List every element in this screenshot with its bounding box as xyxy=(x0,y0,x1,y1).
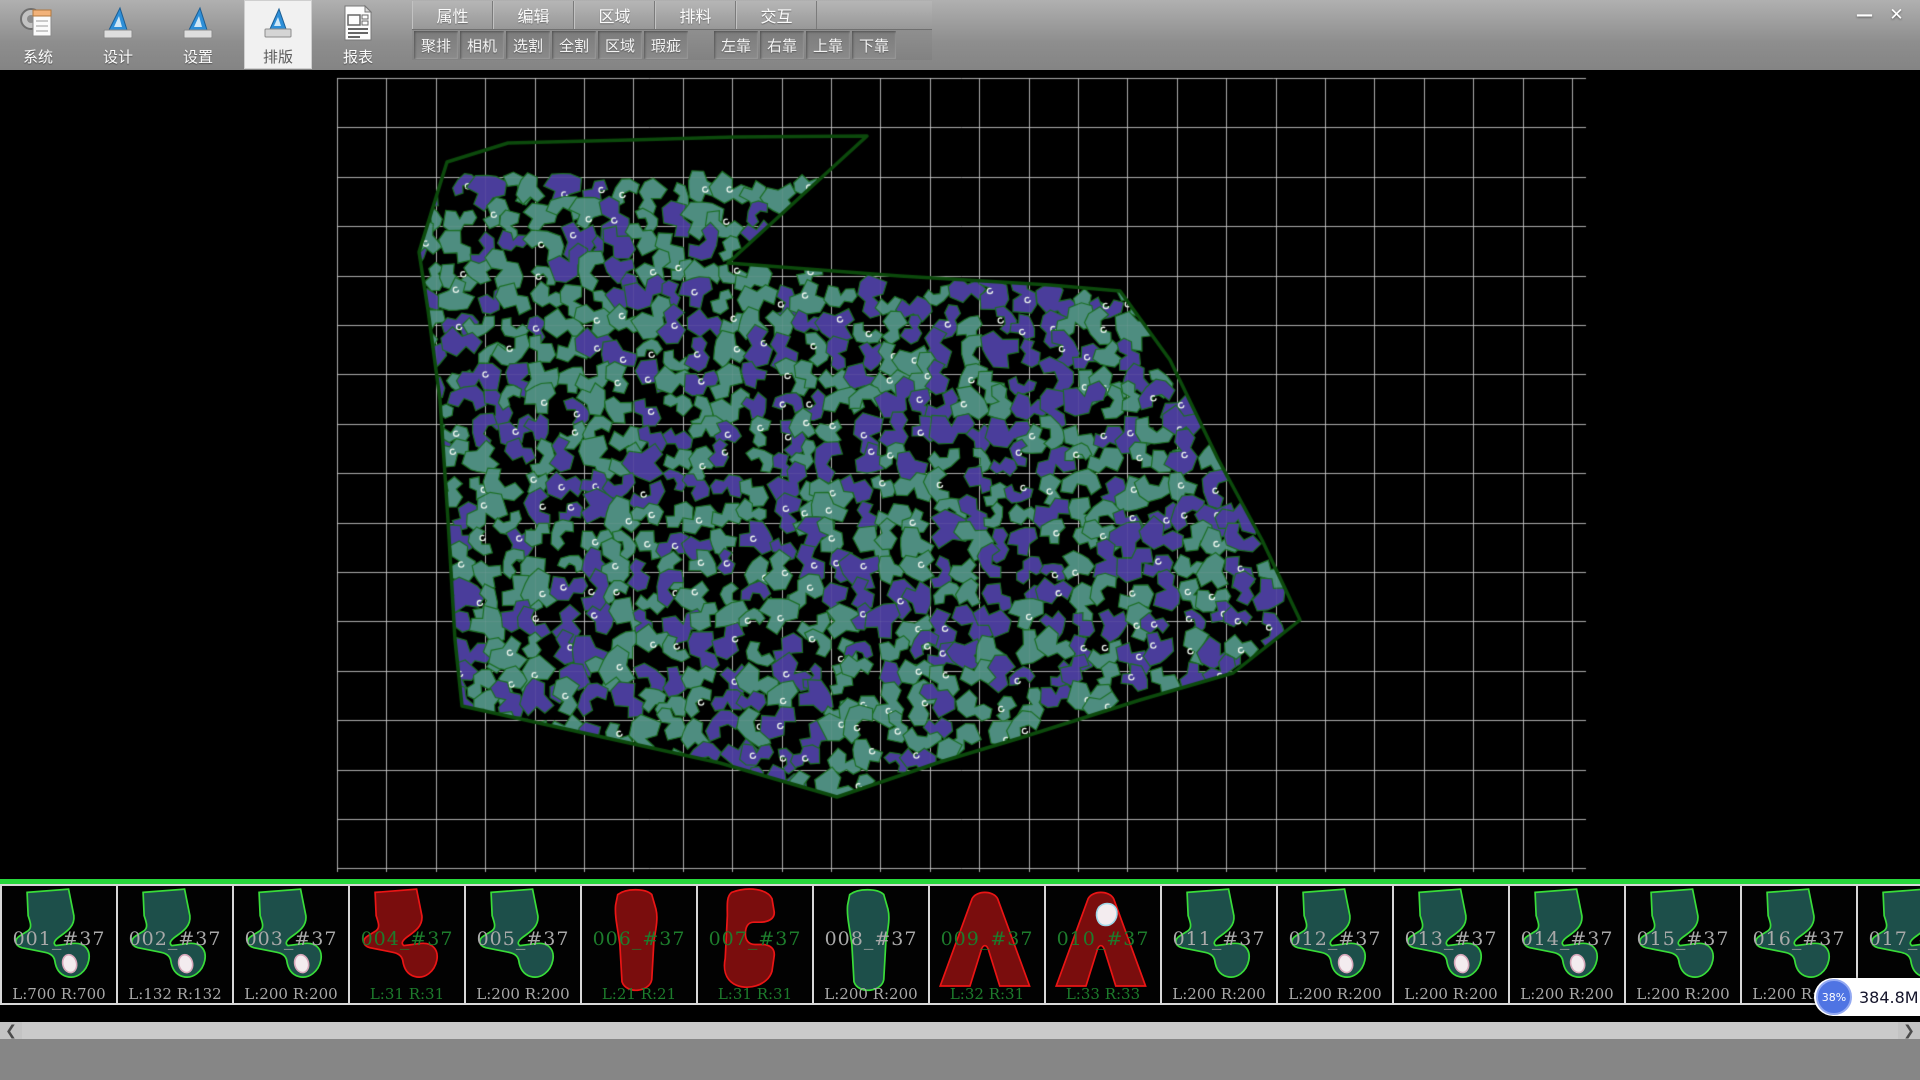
piece-lr-count-label: L:200 R:200 xyxy=(1162,985,1276,1003)
piece-lr-count-label: L:200 R:200 xyxy=(466,985,580,1003)
tool-button-1[interactable]: 聚排 xyxy=(414,31,458,59)
design-ruler-icon xyxy=(97,3,139,43)
tool-button-3[interactable]: 选割 xyxy=(506,31,550,59)
piece-id-label: 010_#37 xyxy=(1046,928,1160,950)
main-button-label: 设计 xyxy=(103,46,133,67)
top-toolbar: 系统 设计 设置 排版 报表 属性编辑区域排料交互 聚排相机选割全割区域瑕疵左靠右靠上靠… xyxy=(0,0,1920,70)
tool-button-2[interactable]: 相机 xyxy=(460,31,504,59)
scroll-right-button[interactable]: ❯ xyxy=(1898,1022,1920,1039)
thumbnail-cell-15[interactable]: 015_#37 L:200 R:200 xyxy=(1624,884,1742,1005)
piece-lr-count-label: L:21 R:21 xyxy=(582,985,696,1003)
main-button-label: 系统 xyxy=(23,46,53,67)
thumbnail-cell-11[interactable]: 011_#37 L:200 R:200 xyxy=(1160,884,1278,1005)
ribbon: 属性编辑区域排料交互 聚排相机选割全割区域瑕疵左靠右靠上靠下靠 xyxy=(412,0,932,61)
thumbnail-cell-9[interactable]: 009_#37 L:32 R:31 xyxy=(928,884,1046,1005)
main-button-bar: 系统 设计 设置 排版 报表 xyxy=(4,0,392,70)
piece-lr-count-label: L:200 R:200 xyxy=(234,985,348,1003)
thumbnail-cell-7[interactable]: 007_#37 L:31 R:31 xyxy=(696,884,814,1005)
main-button-1[interactable]: 系统 xyxy=(4,0,72,69)
main-button-3[interactable]: 设置 xyxy=(164,0,232,69)
piece-lr-count-label: L:33 R:33 xyxy=(1046,985,1160,1003)
tool-button-row: 聚排相机选割全割区域瑕疵左靠右靠上靠下靠 xyxy=(412,30,932,60)
thumbnail-cells: 001_#37L:700 R:700002_#37L:132 R:132003_… xyxy=(2,884,1920,1005)
layout-ruler-icon xyxy=(257,3,299,43)
app-window: { "window": { "minimize_label": "—", "cl… xyxy=(0,0,1920,1080)
minimize-button[interactable]: — xyxy=(1851,2,1878,27)
piece-id-label: 013_#37 xyxy=(1394,928,1508,950)
main-button-2[interactable]: 设计 xyxy=(84,0,152,69)
main-button-4[interactable]: 排版 xyxy=(244,0,312,69)
piece-id-label: 016_#37 xyxy=(1742,928,1856,950)
menu-tab-4[interactable]: 排料 xyxy=(655,1,736,29)
thumbnail-cell-12[interactable]: 012_#37 L:200 R:200 xyxy=(1276,884,1394,1005)
system-gear-icon xyxy=(17,3,59,43)
main-button-label: 排版 xyxy=(263,46,293,67)
tool-button-9[interactable]: 上靠 xyxy=(806,31,850,59)
progress-percent-badge: 38% xyxy=(1816,979,1852,1015)
thumbnail-strip: 001_#37L:700 R:700002_#37L:132 R:132003_… xyxy=(0,879,1920,1022)
nesting-canvas[interactable] xyxy=(0,70,1920,880)
menu-tab-2[interactable]: 编辑 xyxy=(493,1,574,29)
menu-tab-1[interactable]: 属性 xyxy=(412,1,493,29)
window-controls: — ✕ xyxy=(1851,2,1910,27)
piece-id-label: 007_#37 xyxy=(698,928,812,950)
thumbnail-cell-10[interactable]: 010_#37 L:33 R:33 xyxy=(1044,884,1162,1005)
tool-button-5[interactable]: 区域 xyxy=(598,31,642,59)
main-button-label: 设置 xyxy=(183,46,213,67)
menu-tab-5[interactable]: 交互 xyxy=(736,1,817,29)
status-badge: 38% 384.8M xyxy=(1814,978,1920,1016)
tool-button-6[interactable]: 瑕疵 xyxy=(644,31,688,59)
piece-lr-count-label: L:31 R:31 xyxy=(698,985,812,1003)
memory-usage-label: 384.8M xyxy=(1859,988,1919,1007)
thumbnail-cell-5[interactable]: 005_#37 L:200 R:200 xyxy=(464,884,582,1005)
horizontal-scrollbar[interactable]: ❮ ❯ xyxy=(0,1022,1920,1039)
menu-tab-3[interactable]: 区域 xyxy=(574,1,655,29)
thumbnail-cell-2[interactable]: 002_#37 L:132 R:132 xyxy=(116,884,234,1005)
piece-id-label: 005_#37 xyxy=(466,928,580,950)
piece-id-label: 011_#37 xyxy=(1162,928,1276,950)
thumbnail-cell-4[interactable]: 004_#37 L:31 R:31 xyxy=(348,884,466,1005)
piece-lr-count-label: L:200 R:200 xyxy=(1510,985,1624,1003)
thumbnail-cell-8[interactable]: 008_#37 L:200 R:200 xyxy=(812,884,930,1005)
thumbnail-cell-1[interactable]: 001_#37 L:700 R:700 xyxy=(0,884,118,1005)
piece-lr-count-label: L:200 R:200 xyxy=(814,985,928,1003)
main-button-label: 报表 xyxy=(343,46,373,67)
piece-id-label: 001_#37 xyxy=(2,928,116,950)
nesting-view xyxy=(0,70,1920,880)
scroll-left-button[interactable]: ❮ xyxy=(0,1022,22,1039)
piece-lr-count-label: L:200 R:200 xyxy=(1278,985,1392,1003)
piece-id-label: 006_#37 xyxy=(582,928,696,950)
piece-lr-count-label: L:200 R:200 xyxy=(1394,985,1508,1003)
piece-lr-count-label: L:132 R:132 xyxy=(118,985,232,1003)
close-button[interactable]: ✕ xyxy=(1883,2,1910,27)
piece-lr-count-label: L:31 R:31 xyxy=(350,985,464,1003)
piece-id-label: 003_#37 xyxy=(234,928,348,950)
tool-button-8[interactable]: 右靠 xyxy=(760,31,804,59)
window-footer xyxy=(0,1039,1920,1080)
piece-id-label: 009_#37 xyxy=(930,928,1044,950)
piece-id-label: 015_#37 xyxy=(1626,928,1740,950)
piece-id-label: 008_#37 xyxy=(814,928,928,950)
piece-lr-count-label: L:32 R:31 xyxy=(930,985,1044,1003)
tool-button-10[interactable]: 下靠 xyxy=(852,31,896,59)
main-button-5[interactable]: 报表 xyxy=(324,0,392,69)
thumbnail-cell-3[interactable]: 003_#37 L:200 R:200 xyxy=(232,884,350,1005)
piece-id-label: 002_#37 xyxy=(118,928,232,950)
tool-button-4[interactable]: 全割 xyxy=(552,31,596,59)
piece-id-label: 004_#37 xyxy=(350,928,464,950)
thumbnail-cell-13[interactable]: 013_#37 L:200 R:200 xyxy=(1392,884,1510,1005)
menu-tab-row: 属性编辑区域排料交互 xyxy=(412,1,932,30)
piece-lr-count-label: L:200 R:200 xyxy=(1626,985,1740,1003)
piece-lr-count-label: L:700 R:700 xyxy=(2,985,116,1003)
piece-id-label: 017_#37 xyxy=(1858,928,1920,950)
tool-button-7[interactable]: 左靠 xyxy=(714,31,758,59)
settings-ruler-icon xyxy=(177,3,219,43)
piece-id-label: 014_#37 xyxy=(1510,928,1624,950)
report-doc-icon xyxy=(337,3,379,43)
piece-id-label: 012_#37 xyxy=(1278,928,1392,950)
thumbnail-cell-6[interactable]: 006_#37 L:21 R:21 xyxy=(580,884,698,1005)
thumbnail-cell-14[interactable]: 014_#37 L:200 R:200 xyxy=(1508,884,1626,1005)
